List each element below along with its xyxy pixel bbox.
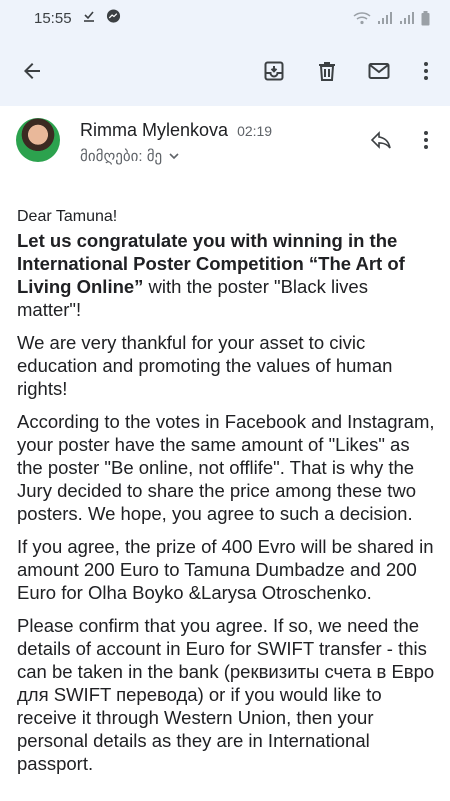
app-bar [0, 36, 450, 106]
chevron-down-icon [169, 153, 179, 160]
messenger-icon [106, 8, 121, 28]
recipient-label: მიმღები: მე [80, 148, 163, 165]
paragraph-thanks: We are very thankful for your asset to c… [17, 332, 393, 399]
signal-icon-1 [377, 11, 393, 25]
sender-time: 02:19 [237, 123, 273, 139]
archive-icon [264, 61, 284, 81]
greeting: Dear Tamuna! [17, 208, 118, 225]
sender-header: Rimma Mylenkova 02:19 მიმღები: მე [0, 106, 450, 184]
reply-icon [370, 131, 391, 149]
mail-icon [368, 63, 390, 79]
avatar[interactable] [16, 118, 60, 162]
sender-name-line: Rimma Mylenkova 02:19 [80, 120, 272, 141]
more-vert-icon [424, 62, 428, 80]
wifi-icon [353, 11, 371, 25]
sender-name: Rimma Mylenkova [80, 120, 229, 140]
paragraph-prize: If you agree, the prize of 400 Evro will… [17, 536, 434, 603]
paragraph-confirm: Please confirm that you agree. If so, we… [17, 615, 435, 774]
download-done-icon [82, 9, 96, 27]
arrow-back-icon [24, 63, 40, 79]
delete-button[interactable] [303, 47, 351, 95]
more-options-button[interactable] [402, 47, 450, 95]
message-body: Dear Tamuna! Let us congratulate you wit… [17, 207, 435, 785]
more-vert-icon [424, 131, 428, 149]
archive-button[interactable] [250, 47, 298, 95]
status-bar: 15:55 [0, 0, 450, 36]
back-button[interactable] [8, 47, 56, 95]
recipient-toggle[interactable]: მიმღები: მე [80, 147, 180, 165]
paragraph-congratulations: Let us congratulate you with winning in … [17, 229, 435, 321]
mark-unread-button[interactable] [355, 47, 403, 95]
paragraph-votes: According to the votes in Facebook and I… [17, 411, 435, 524]
status-time: 15:55 [34, 9, 72, 27]
message-more-button[interactable] [402, 116, 450, 164]
delete-icon [319, 62, 335, 81]
battery-icon [421, 10, 430, 26]
signal-icon-2 [399, 11, 415, 25]
reply-button[interactable] [357, 116, 405, 164]
